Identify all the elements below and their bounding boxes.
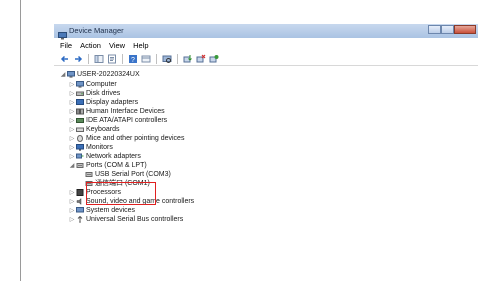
close-button[interactable] xyxy=(454,25,476,34)
expand-arrow-icon[interactable]: ▷ xyxy=(69,98,75,107)
tree-item-hid[interactable]: ▷ Human Interface Devices xyxy=(69,107,165,116)
properties-icon[interactable] xyxy=(107,54,117,64)
show-hide-tree-icon[interactable] xyxy=(94,54,104,64)
keyboard-icon xyxy=(76,127,84,132)
tree-item-label: Monitors xyxy=(86,144,113,151)
maximize-button[interactable] xyxy=(441,25,454,34)
scan-hardware-icon[interactable] xyxy=(162,54,172,64)
menu-file[interactable]: File xyxy=(60,41,72,50)
menu-bar: File Action View Help xyxy=(54,39,478,52)
speaker-icon xyxy=(76,198,82,205)
tree-item-system-devices[interactable]: ▷ System devices xyxy=(69,206,135,215)
forward-arrow-icon[interactable] xyxy=(73,54,83,64)
window-controls xyxy=(428,25,476,34)
tree-item-network-adapters[interactable]: ▷ Network adapters xyxy=(69,152,141,161)
minimize-button[interactable] xyxy=(428,25,441,34)
red-highlight-box xyxy=(86,182,156,205)
menu-action[interactable]: Action xyxy=(80,41,101,50)
system-device-icon xyxy=(76,207,84,213)
tree-item-label: Network adapters xyxy=(86,153,141,160)
ide-controller-icon xyxy=(76,118,84,123)
usb-icon xyxy=(77,216,83,223)
tree-item-mice[interactable]: ▷ Mice and other pointing devices xyxy=(69,134,184,143)
expand-arrow-icon[interactable]: ▷ xyxy=(69,152,75,161)
back-arrow-icon[interactable] xyxy=(60,54,70,64)
mouse-icon xyxy=(77,135,83,142)
tree-item-label: Mice and other pointing devices xyxy=(86,135,185,142)
help-icon[interactable]: ? xyxy=(128,54,138,64)
toolbar-separator xyxy=(156,53,157,64)
expand-arrow-icon[interactable]: ▷ xyxy=(69,107,75,116)
expand-arrow-icon[interactable]: ▷ xyxy=(69,89,75,98)
expand-arrow-icon[interactable]: ▷ xyxy=(69,215,75,224)
collapse-arrow-icon[interactable]: ◢ xyxy=(69,161,75,170)
port-icon xyxy=(76,163,84,168)
computer-icon xyxy=(76,81,84,88)
tree-item-label: Ports (COM & LPT) xyxy=(86,162,147,169)
tree-item-keyboards[interactable]: ▷ Keyboards xyxy=(69,125,120,134)
toolbar-separator xyxy=(177,53,178,64)
tree-item-label: Computer xyxy=(86,81,117,88)
window-title: Device Manager xyxy=(69,26,124,35)
tree-item-label: Keyboards xyxy=(86,126,120,133)
menu-view[interactable]: View xyxy=(109,41,125,50)
tree-item-label: USB Serial Port (COM3) xyxy=(95,171,171,178)
menu-help[interactable]: Help xyxy=(133,41,148,50)
monitor-icon xyxy=(76,144,84,151)
svg-text:?: ? xyxy=(131,57,135,64)
expand-arrow-icon[interactable]: ▷ xyxy=(69,134,75,143)
update-driver-icon[interactable] xyxy=(183,54,193,64)
expand-arrow-icon[interactable]: ▷ xyxy=(69,125,75,134)
tree-item-usb-serial-port[interactable]: USB Serial Port (COM3) xyxy=(84,170,171,179)
processor-icon xyxy=(76,189,84,196)
title-bar[interactable]: Device Manager xyxy=(54,24,478,40)
toolbar-separator xyxy=(88,53,89,64)
tree-item-label: IDE ATA/ATAPI controllers xyxy=(86,117,168,124)
tree-item-disk-drives[interactable]: ▷ Disk drives xyxy=(69,89,121,98)
tree-item-computer[interactable]: ▷ Computer xyxy=(69,80,117,89)
tree-root-label: USER-20220324UX xyxy=(77,71,140,78)
collapse-arrow-icon[interactable]: ◢ xyxy=(60,70,66,79)
expand-arrow-icon[interactable]: ▷ xyxy=(69,143,75,152)
serial-port-icon xyxy=(85,172,93,177)
toolbar-separator xyxy=(122,53,123,64)
tree-item-label: Human Interface Devices xyxy=(86,108,165,115)
device-manager-window: Device Manager File Action View Help ? ◢ xyxy=(54,24,478,256)
computer-root-icon xyxy=(67,71,75,78)
expand-arrow-icon[interactable]: ▷ xyxy=(69,197,75,206)
tree-item-label: Display adapters xyxy=(86,99,139,106)
uninstall-icon[interactable] xyxy=(196,54,206,64)
enable-device-icon[interactable] xyxy=(209,54,219,64)
tree-item-label: Universal Serial Bus controllers xyxy=(86,216,184,223)
tree-item-label: System devices xyxy=(86,207,136,214)
hid-icon xyxy=(76,108,84,115)
view-icon[interactable] xyxy=(141,54,151,64)
display-adapter-icon xyxy=(76,99,84,105)
page-divider-line xyxy=(20,0,21,281)
tree-item-usb-controllers[interactable]: ▷ Universal Serial Bus controllers xyxy=(69,215,183,224)
expand-arrow-icon[interactable]: ▷ xyxy=(69,80,75,89)
tree-item-label: Disk drives xyxy=(86,90,121,97)
expand-arrow-icon[interactable]: ▷ xyxy=(69,188,75,197)
device-manager-app-icon xyxy=(58,27,67,40)
tree-item-ports[interactable]: ◢ Ports (COM & LPT) xyxy=(69,161,147,170)
tree-item-ide[interactable]: ▷ IDE ATA/ATAPI controllers xyxy=(69,116,167,125)
tree-item-display-adapters[interactable]: ▷ Display adapters xyxy=(69,98,138,107)
network-adapter-icon xyxy=(76,153,84,159)
expand-arrow-icon[interactable]: ▷ xyxy=(69,116,75,125)
tree-root[interactable]: ◢ USER-20220324UX xyxy=(60,70,140,79)
tree-item-monitors[interactable]: ▷ Monitors xyxy=(69,143,113,152)
disk-drive-icon xyxy=(76,91,84,96)
expand-arrow-icon[interactable]: ▷ xyxy=(69,206,75,215)
toolbar: ? xyxy=(54,52,478,66)
